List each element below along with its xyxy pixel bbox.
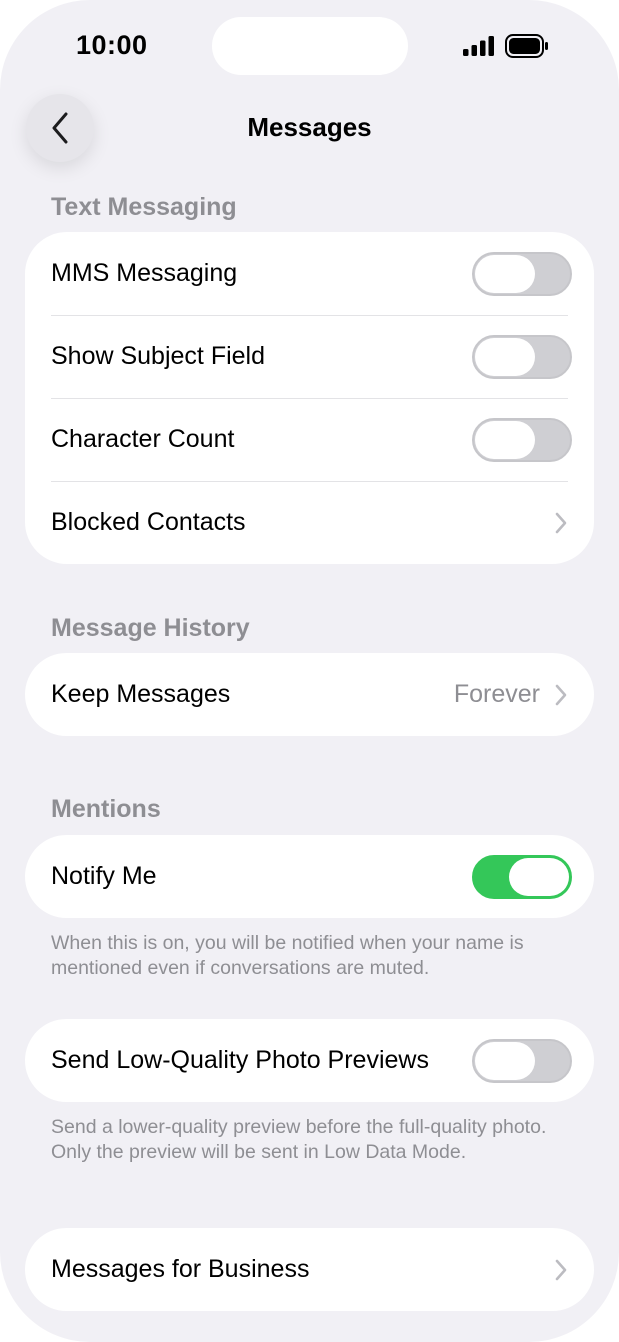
row-label: MMS Messaging — [51, 259, 238, 287]
cellular-signal-icon — [463, 36, 494, 56]
toggle-knob — [509, 857, 569, 896]
row-mms-messaging: MMS Messaging — [25, 232, 594, 315]
row-keep-messages[interactable]: Keep Messages Forever — [25, 653, 594, 736]
mms-messaging-toggle[interactable] — [472, 251, 572, 296]
mentions-group: Notify Me — [25, 835, 594, 918]
business-group: Messages for Business — [25, 1228, 594, 1311]
section-header-message-history: Message History — [51, 614, 250, 642]
toggle-knob — [475, 337, 535, 376]
section-header-mentions: Mentions — [51, 795, 161, 823]
message-history-group: Keep Messages Forever — [25, 653, 594, 736]
settings-screen: 10:00 Messages Text Messaging MMS Messag… — [0, 0, 619, 1342]
row-label: Notify Me — [51, 862, 157, 890]
row-character-count: Character Count — [25, 398, 594, 481]
toggle-knob — [475, 1041, 535, 1080]
status-time: 10:00 — [76, 30, 148, 60]
row-messages-for-business[interactable]: Messages for Business — [25, 1228, 594, 1311]
row-label: Character Count — [51, 425, 235, 453]
section-header-text-messaging: Text Messaging — [51, 193, 237, 221]
row-blocked-contacts[interactable]: Blocked Contacts — [25, 481, 594, 564]
row-label: Send Low-Quality Photo Previews — [51, 1046, 429, 1074]
photo-previews-footer-note: Send a lower-quality preview before the … — [51, 1116, 547, 1163]
battery-icon — [505, 34, 548, 58]
row-label: Keep Messages — [51, 680, 231, 708]
row-label: Messages for Business — [51, 1255, 310, 1283]
low-quality-previews-toggle[interactable] — [472, 1038, 572, 1083]
notify-me-toggle[interactable] — [472, 854, 572, 899]
keep-messages-value: Forever — [453, 680, 540, 708]
show-subject-field-toggle[interactable] — [472, 334, 572, 379]
toggle-knob — [475, 254, 535, 293]
chevron-right-icon — [555, 684, 567, 705]
row-label: Show Subject Field — [51, 342, 266, 370]
text-messaging-group: MMS Messaging Show Subject Field Charact… — [25, 232, 594, 564]
row-show-subject-field: Show Subject Field — [25, 315, 594, 398]
dynamic-island — [212, 17, 408, 75]
row-notify-me: Notify Me — [25, 835, 594, 918]
row-label: Blocked Contacts — [51, 508, 246, 536]
chevron-right-icon — [555, 1259, 567, 1280]
page-title: Messages — [247, 112, 372, 142]
mentions-footer-note: When this is on, you will be notified wh… — [51, 932, 524, 979]
chevron-right-icon — [555, 512, 567, 533]
photo-previews-group: Send Low-Quality Photo Previews — [25, 1019, 594, 1102]
character-count-toggle[interactable] — [472, 417, 572, 462]
toggle-knob — [475, 420, 535, 459]
row-send-low-quality-photo-previews: Send Low-Quality Photo Previews — [25, 1019, 594, 1102]
